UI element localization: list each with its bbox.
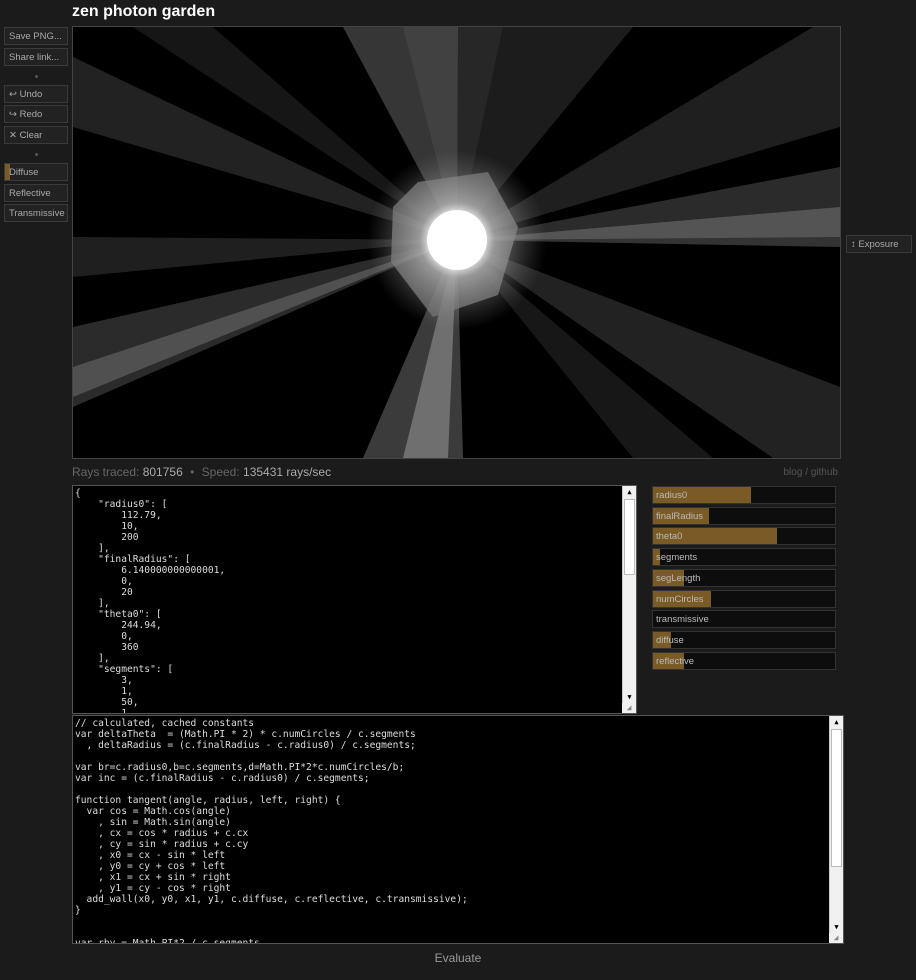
rays-traced-value: 801756 bbox=[142, 465, 183, 479]
json-editor-scrollbar[interactable]: ▲ ▼ bbox=[622, 486, 636, 703]
stats-bar: Rays traced: 801756 • Speed: 135431 rays… bbox=[72, 465, 331, 479]
diffuse-label: Diffuse bbox=[9, 167, 39, 178]
param-label: radius0 bbox=[656, 490, 688, 501]
share-link-button[interactable]: Share link... bbox=[4, 48, 68, 66]
code-editor[interactable]: // calculated, cached constants var delt… bbox=[72, 715, 844, 944]
code-editor-scrollbar[interactable]: ▲ ▼ bbox=[829, 716, 843, 933]
param-label: reflective bbox=[656, 656, 695, 667]
clear-button[interactable]: ✕ Clear bbox=[4, 126, 68, 144]
param-slider[interactable]: transmissive bbox=[652, 610, 836, 628]
resize-grip-icon[interactable]: ◢ bbox=[829, 933, 843, 943]
json-editor-text[interactable]: { "radius0": [ 112.79, 10, 200 ], "final… bbox=[73, 486, 636, 713]
app-title: zen photon garden bbox=[72, 3, 216, 20]
rays-traced-label: Rays traced: bbox=[72, 465, 140, 479]
blog-link[interactable]: blog bbox=[784, 467, 803, 478]
scroll-up-arrow-icon[interactable]: ▲ bbox=[623, 486, 636, 498]
param-slider[interactable]: theta0 bbox=[652, 527, 836, 545]
param-label: segments bbox=[656, 552, 698, 563]
scroll-down-arrow-icon[interactable]: ▼ bbox=[830, 921, 843, 933]
github-link[interactable]: github bbox=[811, 467, 838, 478]
param-label: numCircles bbox=[656, 594, 704, 605]
speed-label: Speed: bbox=[201, 465, 240, 479]
scroll-down-arrow-icon[interactable]: ▼ bbox=[623, 691, 636, 703]
param-label: segLength bbox=[656, 573, 701, 584]
param-slider[interactable]: radius0 bbox=[652, 486, 836, 504]
json-editor[interactable]: { "radius0": [ 112.79, 10, 200 ], "final… bbox=[72, 485, 637, 714]
scroll-thumb[interactable] bbox=[624, 499, 635, 575]
param-label: diffuse bbox=[656, 635, 684, 646]
divider-dot bbox=[35, 153, 38, 156]
save-png-button[interactable]: Save PNG... bbox=[4, 27, 68, 45]
param-slider[interactable]: segLength bbox=[652, 569, 836, 587]
transmissive-material-button[interactable]: Transmissive bbox=[4, 204, 68, 222]
evaluate-button[interactable]: Evaluate bbox=[0, 951, 916, 965]
speed-value: 135431 rays/sec bbox=[243, 465, 332, 479]
undo-button[interactable]: ↩ Undo bbox=[4, 85, 68, 103]
param-label: finalRadius bbox=[656, 511, 703, 522]
param-slider[interactable]: finalRadius bbox=[652, 507, 836, 525]
scroll-up-arrow-icon[interactable]: ▲ bbox=[830, 716, 843, 728]
render-canvas[interactable] bbox=[72, 26, 841, 459]
exposure-button[interactable]: ↕ Exposure bbox=[846, 235, 912, 253]
code-editor-text[interactable]: // calculated, cached constants var delt… bbox=[73, 716, 843, 943]
links-separator: / bbox=[805, 467, 808, 478]
param-label: theta0 bbox=[656, 531, 683, 542]
reflective-material-button[interactable]: Reflective bbox=[4, 184, 68, 202]
divider-dot bbox=[35, 75, 38, 78]
stats-separator: • bbox=[190, 465, 195, 479]
footer-links: blog / github bbox=[784, 467, 839, 478]
param-slider[interactable]: diffuse bbox=[652, 631, 836, 649]
param-slider[interactable]: segments bbox=[652, 548, 836, 566]
param-label: transmissive bbox=[656, 614, 709, 625]
scroll-thumb[interactable] bbox=[831, 729, 842, 867]
param-slider[interactable]: reflective bbox=[652, 652, 836, 670]
param-slider[interactable]: numCircles bbox=[652, 590, 836, 608]
light-render bbox=[73, 27, 840, 458]
resize-grip-icon[interactable]: ◢ bbox=[622, 703, 636, 713]
redo-button[interactable]: ↪ Redo bbox=[4, 105, 68, 123]
diffuse-material-button[interactable]: Diffuse bbox=[4, 163, 68, 181]
